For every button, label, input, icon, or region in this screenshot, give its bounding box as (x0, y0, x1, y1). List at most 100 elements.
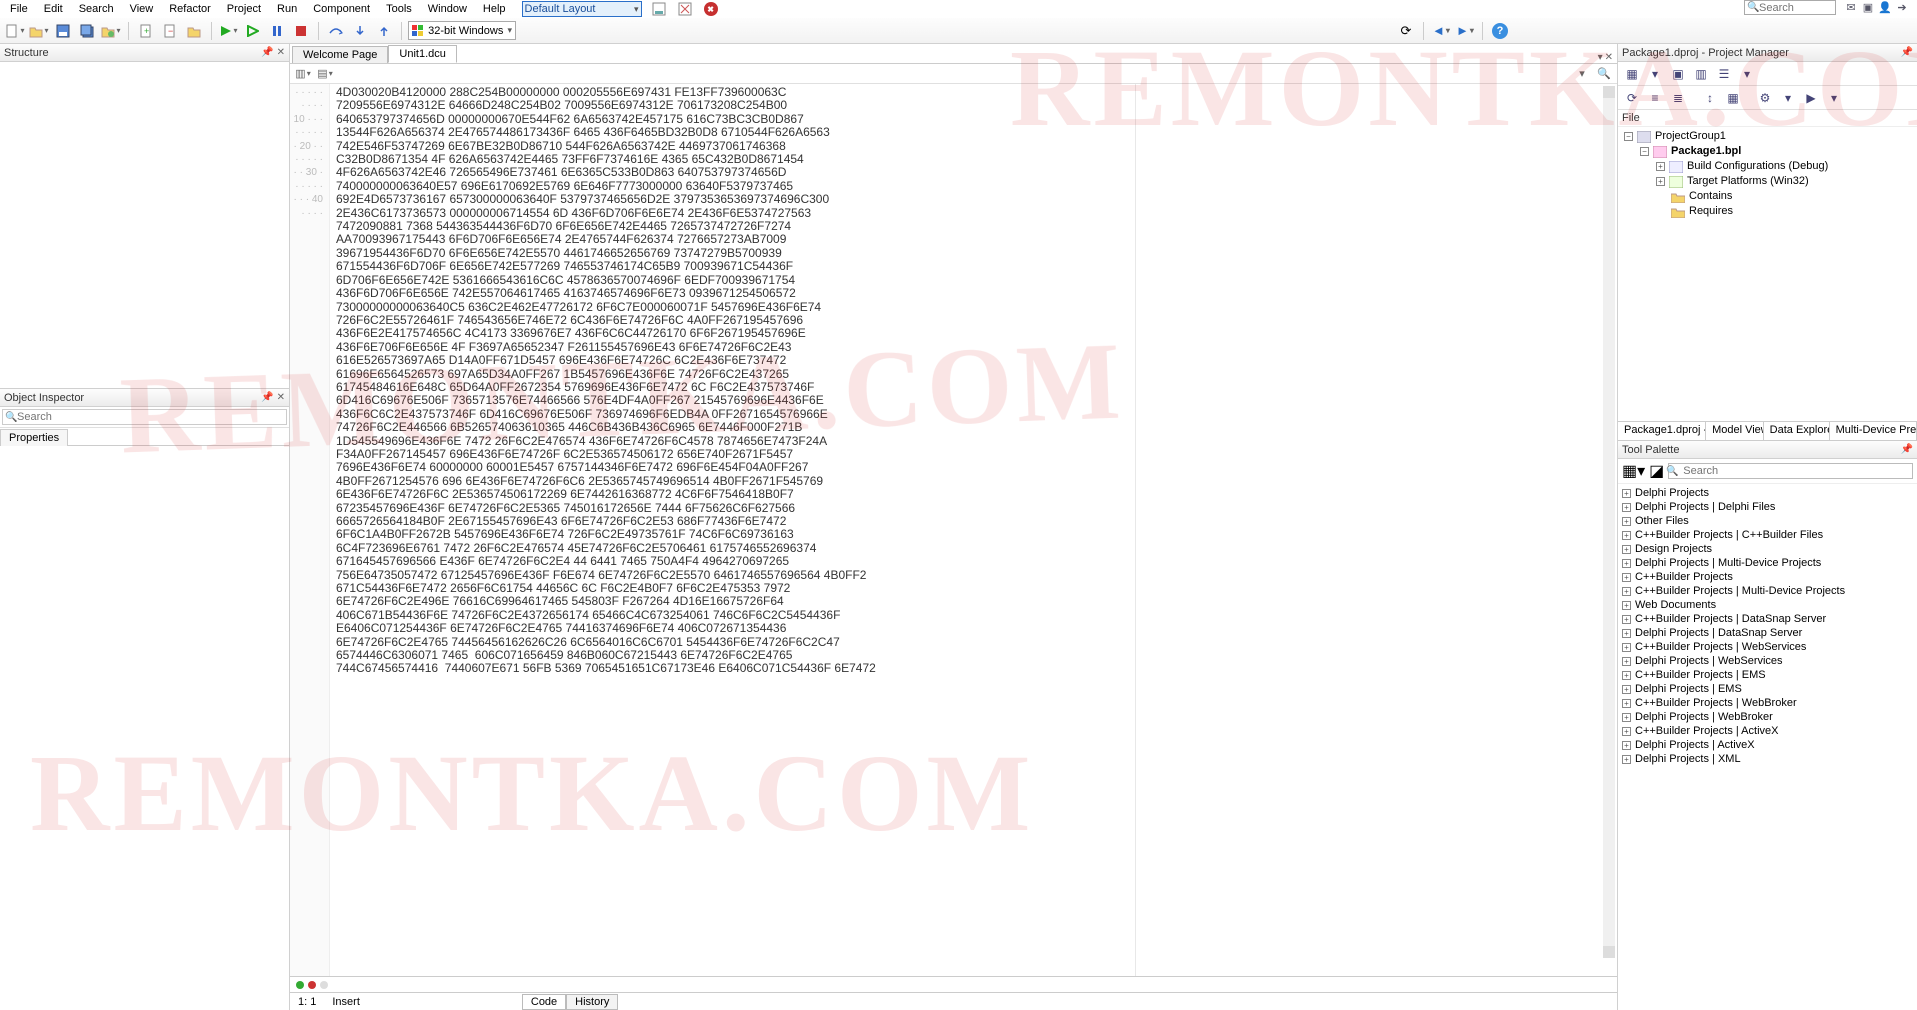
chevron-down-icon[interactable]: ▾ (1737, 64, 1757, 84)
menu-run[interactable]: Run (271, 2, 303, 16)
pm-group-icon[interactable]: ▦ (1723, 88, 1743, 108)
tree-package[interactable]: Package1.bpl (1671, 144, 1741, 159)
expand-icon[interactable]: + (1622, 741, 1631, 750)
pin-icon[interactable]: 📌 (1901, 444, 1913, 455)
palette-category[interactable]: +C++Builder Projects | EMS (1618, 668, 1917, 682)
menu-file[interactable]: File (4, 2, 34, 16)
palette-category[interactable]: +Design Projects (1618, 542, 1917, 556)
code-content[interactable]: 4D030020B4120000 288C254B00000000 000205… (330, 84, 1617, 976)
menu-project[interactable]: Project (221, 2, 267, 16)
step-out-button[interactable] (373, 20, 395, 42)
expand-icon[interactable]: + (1622, 727, 1631, 736)
palette-category[interactable]: +Delphi Projects | Delphi Files (1618, 500, 1917, 514)
palette-category[interactable]: +C++Builder Projects | ActiveX (1618, 724, 1917, 738)
pin-icon[interactable]: 📌 (261, 392, 273, 403)
expand-icon[interactable]: + (1622, 517, 1631, 526)
pin-icon[interactable]: 📌 (1901, 47, 1913, 58)
menu-help[interactable]: Help (477, 2, 512, 16)
tab-welcome-page[interactable]: Welcome Page (292, 46, 388, 63)
expand-icon[interactable]: + (1622, 489, 1631, 498)
nav-back-button[interactable]: ◄ (1430, 20, 1452, 42)
tree-requires[interactable]: Requires (1689, 204, 1733, 219)
tab-dropdown-icon[interactable]: ▾ (1598, 52, 1603, 63)
view-selector-1[interactable]: ▥ (294, 66, 312, 82)
tab-code[interactable]: Code (522, 994, 566, 1010)
palette-categories-icon[interactable]: ▦▾ (1622, 461, 1645, 481)
chevron-down-icon[interactable]: ▾ (1824, 88, 1844, 108)
pm-build-icon[interactable]: ▶ (1801, 88, 1821, 108)
tab-multi-device[interactable]: Multi-Device Prev... (1830, 422, 1917, 440)
expand-icon[interactable]: + (1622, 685, 1631, 694)
platform-selector[interactable]: 32-bit Windows ▾ (408, 21, 516, 40)
object-inspector-search[interactable] (2, 409, 287, 425)
pm-sort-icon[interactable]: ↕ (1700, 88, 1720, 108)
palette-category[interactable]: +C++Builder Projects | WebServices (1618, 640, 1917, 654)
user-icon[interactable]: 👤 (1878, 1, 1892, 15)
stop-button[interactable] (290, 20, 312, 42)
collapse-icon[interactable]: − (1640, 147, 1649, 156)
palette-category[interactable]: +Delphi Projects | ActiveX (1618, 738, 1917, 752)
close-icon[interactable]: ✕ (277, 47, 285, 58)
tree-contains[interactable]: Contains (1689, 189, 1732, 204)
palette-category[interactable]: +Delphi Projects | Multi-Device Projects (1618, 556, 1917, 570)
pm-remove-icon[interactable]: ▥ (1691, 64, 1711, 84)
mail-icon[interactable]: ✉ (1844, 1, 1858, 15)
palette-category[interactable]: +Delphi Projects (1618, 486, 1917, 500)
pm-sync-icon[interactable]: ⟳ (1622, 88, 1642, 108)
open-button[interactable] (28, 20, 50, 42)
tree-build-config[interactable]: Build Configurations (Debug) (1687, 159, 1828, 174)
tab-data-explorer[interactable]: Data Explorer (1764, 422, 1830, 440)
expand-icon[interactable]: + (1622, 615, 1631, 624)
menu-search[interactable]: Search (73, 2, 120, 16)
close-tab-icon[interactable]: ✕ (1605, 52, 1613, 63)
step-into-button[interactable] (349, 20, 371, 42)
palette-filter-icon[interactable]: ◪ (1649, 461, 1664, 481)
palette-category[interactable]: +Delphi Projects | DataSnap Server (1618, 626, 1917, 640)
pm-config-icon[interactable]: ⚙ (1755, 88, 1775, 108)
collapse-icon[interactable]: − (1624, 132, 1633, 141)
remove-file-button[interactable]: − (159, 20, 181, 42)
tab-project[interactable]: Package1.dproj - ... (1618, 422, 1706, 440)
expand-icon[interactable]: + (1622, 629, 1631, 638)
pm-expand-icon[interactable]: ≡ (1645, 88, 1665, 108)
pm-collapse-icon[interactable]: ≣ (1668, 88, 1688, 108)
save-layout-button[interactable] (650, 1, 668, 17)
menu-refactor[interactable]: Refactor (163, 2, 217, 16)
expand-icon[interactable]: + (1622, 643, 1631, 652)
palette-category[interactable]: +Delphi Projects | WebBroker (1618, 710, 1917, 724)
pause-button[interactable] (266, 20, 288, 42)
pm-new-icon[interactable]: ▣ (1668, 64, 1688, 84)
run-button[interactable] (218, 20, 240, 42)
expand-icon[interactable]: + (1622, 531, 1631, 540)
chevron-down-icon[interactable]: ▾ (1778, 88, 1798, 108)
palette-category[interactable]: +C++Builder Projects | Multi-Device Proj… (1618, 584, 1917, 598)
refresh-button[interactable]: ⟳ (1395, 20, 1417, 42)
menu-edit[interactable]: Edit (38, 2, 69, 16)
close-icon[interactable]: ✕ (277, 392, 285, 403)
tool-palette-search[interactable] (1668, 463, 1913, 479)
expand-icon[interactable]: + (1622, 699, 1631, 708)
palette-category[interactable]: +Delphi Projects | EMS (1618, 682, 1917, 696)
view-dropdown[interactable]: ▾ (1573, 66, 1591, 82)
expand-icon[interactable]: + (1656, 162, 1665, 171)
find-toggle-icon[interactable]: 🔍 (1595, 66, 1613, 82)
new-button[interactable] (4, 20, 26, 42)
expand-icon[interactable]: + (1656, 177, 1665, 186)
expand-icon[interactable]: + (1622, 503, 1631, 512)
menu-view[interactable]: View (124, 2, 160, 16)
palette-category[interactable]: +Delphi Projects | WebServices (1618, 654, 1917, 668)
code-editor[interactable]: · · · · · · · · · 10 · · · · · · · · · 2… (290, 84, 1617, 976)
open-project-button[interactable] (100, 20, 122, 42)
view-selector-2[interactable]: ▤ (316, 66, 334, 82)
menu-window[interactable]: Window (422, 2, 473, 16)
tab-history[interactable]: History (566, 994, 618, 1010)
palette-category[interactable]: +C++Builder Projects (1618, 570, 1917, 584)
expand-icon[interactable]: + (1622, 713, 1631, 722)
palette-category[interactable]: +Delphi Projects | XML (1618, 752, 1917, 766)
expand-icon[interactable]: + (1622, 601, 1631, 610)
tree-project-group[interactable]: ProjectGroup1 (1655, 129, 1726, 144)
expand-icon[interactable]: + (1622, 587, 1631, 596)
palette-category[interactable]: +Web Documents (1618, 598, 1917, 612)
pin-icon[interactable]: 📌 (261, 47, 273, 58)
expand-icon[interactable]: + (1622, 657, 1631, 666)
